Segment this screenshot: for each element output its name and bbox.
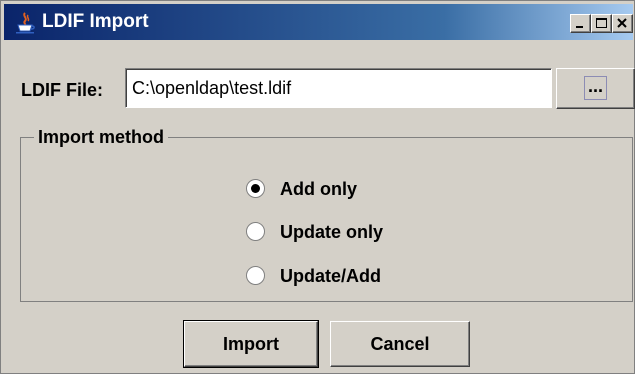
radio-button[interactable]	[246, 222, 265, 241]
radio-dot	[251, 184, 260, 193]
ldif-import-dialog: LDIF Import LDIF File: C:\openldap\test.…	[0, 0, 635, 374]
radio-label: Update/Add	[280, 266, 381, 286]
close-button[interactable]	[612, 14, 633, 33]
import-method-legend: Import method	[34, 126, 168, 148]
radio-label: Add only	[280, 179, 357, 199]
radio-button-selected[interactable]	[246, 179, 265, 198]
maximize-icon	[596, 18, 607, 28]
ldif-file-path-input[interactable]: C:\openldap\test.ldif	[125, 68, 552, 108]
java-cup-icon	[16, 12, 35, 34]
radio-button[interactable]	[246, 266, 265, 285]
import-button[interactable]: Import	[183, 320, 319, 368]
title-bar[interactable]: LDIF Import	[4, 4, 633, 40]
browse-button[interactable]: ...	[556, 68, 635, 109]
cancel-button[interactable]: Cancel	[330, 321, 470, 367]
minimize-button[interactable]	[570, 14, 591, 33]
window-title: LDIF Import	[42, 11, 149, 32]
radio-label: Update only	[280, 222, 384, 242]
close-icon	[617, 18, 627, 28]
maximize-button[interactable]	[591, 14, 612, 33]
browse-label: ...	[587, 76, 603, 96]
minimize-icon	[576, 26, 583, 28]
ldif-file-label: LDIF File:	[21, 80, 103, 100]
